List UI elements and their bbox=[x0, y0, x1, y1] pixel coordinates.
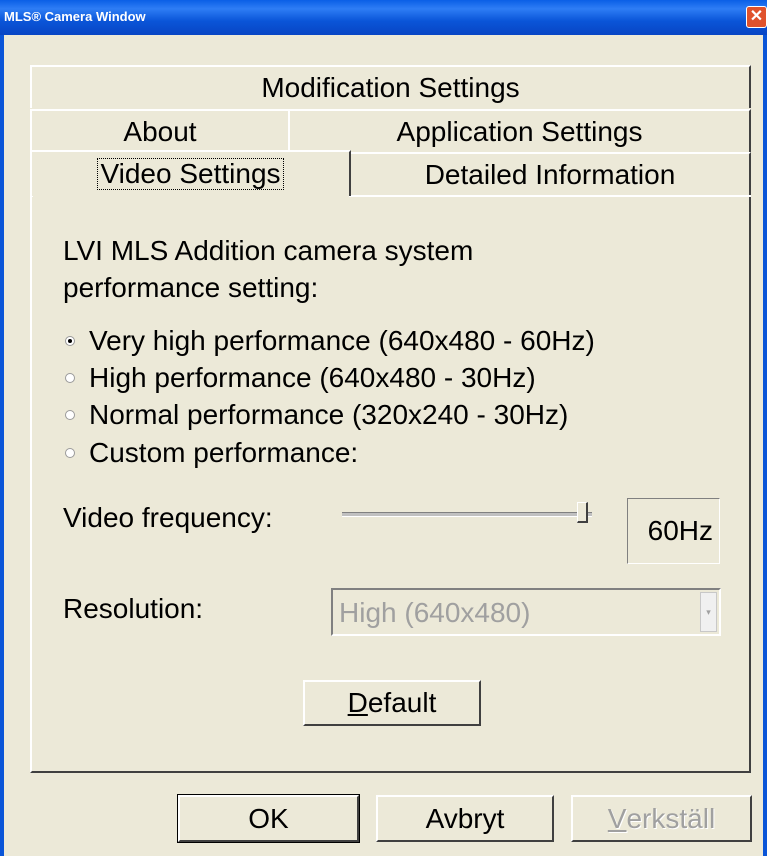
ok-button[interactable]: OK bbox=[177, 794, 360, 843]
video-frequency-slider-track[interactable] bbox=[342, 512, 592, 517]
radio-very-high-performance[interactable]: Very high performance (640x480 - 60Hz) bbox=[65, 325, 595, 357]
resolution-selected-value: High (640x480) bbox=[339, 597, 531, 628]
tab-detailed-information[interactable]: Detailed Information bbox=[349, 152, 751, 195]
tab-label: Detailed Information bbox=[424, 158, 676, 190]
close-icon: ✕ bbox=[749, 8, 764, 25]
tab-modification-settings[interactable]: Modification Settings bbox=[30, 65, 751, 108]
video-frequency-slider-thumb[interactable] bbox=[577, 502, 588, 523]
tab-about[interactable]: About bbox=[30, 109, 290, 152]
radio-label: Very high performance (640x480 - 60Hz) bbox=[89, 325, 595, 356]
default-button[interactable]: Default bbox=[303, 680, 481, 726]
window-frame-left bbox=[0, 35, 4, 856]
title-bar: MLS® Camera Window ✕ bbox=[0, 0, 767, 35]
radio-button-icon[interactable] bbox=[65, 336, 75, 346]
radio-button-icon[interactable] bbox=[65, 373, 75, 383]
resolution-label: Resolution: bbox=[63, 593, 204, 624]
dropdown-arrow-icon[interactable]: ▾ bbox=[700, 592, 717, 632]
default-label-rest: efault bbox=[367, 687, 437, 718]
heading-line: LVI MLS Addition camera system bbox=[63, 235, 474, 266]
radio-normal-performance[interactable]: Normal performance (320x240 - 30Hz) bbox=[65, 399, 568, 431]
ok-label: OK bbox=[248, 802, 289, 834]
default-accel: D bbox=[347, 687, 368, 718]
radio-high-performance[interactable]: High performance (640x480 - 30Hz) bbox=[65, 362, 536, 394]
performance-heading: LVI MLS Addition camera system performan… bbox=[63, 232, 473, 306]
apply-accel: V bbox=[607, 802, 627, 834]
video-frequency-label: Video frequency: bbox=[63, 502, 273, 533]
tab-label: About bbox=[123, 115, 197, 147]
heading-line: performance setting: bbox=[63, 272, 319, 303]
cancel-label: Avbryt bbox=[425, 802, 505, 834]
close-button[interactable]: ✕ bbox=[746, 6, 767, 28]
radio-label: High performance (640x480 - 30Hz) bbox=[89, 362, 536, 393]
radio-label: Normal performance (320x240 - 30Hz) bbox=[89, 399, 569, 430]
tab-video-settings[interactable]: Video Settings bbox=[30, 150, 351, 196]
tab-application-settings[interactable]: Application Settings bbox=[288, 109, 751, 152]
radio-button-icon[interactable] bbox=[65, 410, 75, 420]
frequency-text: 60Hz bbox=[647, 515, 713, 546]
tab-label: Video Settings bbox=[97, 157, 284, 191]
radio-button-icon[interactable] bbox=[65, 448, 75, 458]
tab-label: Modification Settings bbox=[261, 71, 520, 103]
cancel-button[interactable]: Avbryt bbox=[376, 795, 554, 842]
radio-label: Custom performance: bbox=[89, 437, 359, 468]
window-frame-right bbox=[763, 35, 767, 856]
panel-border bbox=[349, 195, 751, 197]
apply-button[interactable]: Verkställ bbox=[571, 795, 752, 842]
video-frequency-value: 60Hz bbox=[627, 498, 720, 564]
radio-custom-performance[interactable]: Custom performance: bbox=[65, 437, 358, 469]
tab-label: Application Settings bbox=[396, 115, 643, 147]
apply-label-rest: erkställ bbox=[626, 802, 716, 834]
resolution-dropdown[interactable]: High (640x480) ▾ bbox=[331, 588, 721, 636]
window-title: MLS® Camera Window bbox=[4, 9, 146, 24]
